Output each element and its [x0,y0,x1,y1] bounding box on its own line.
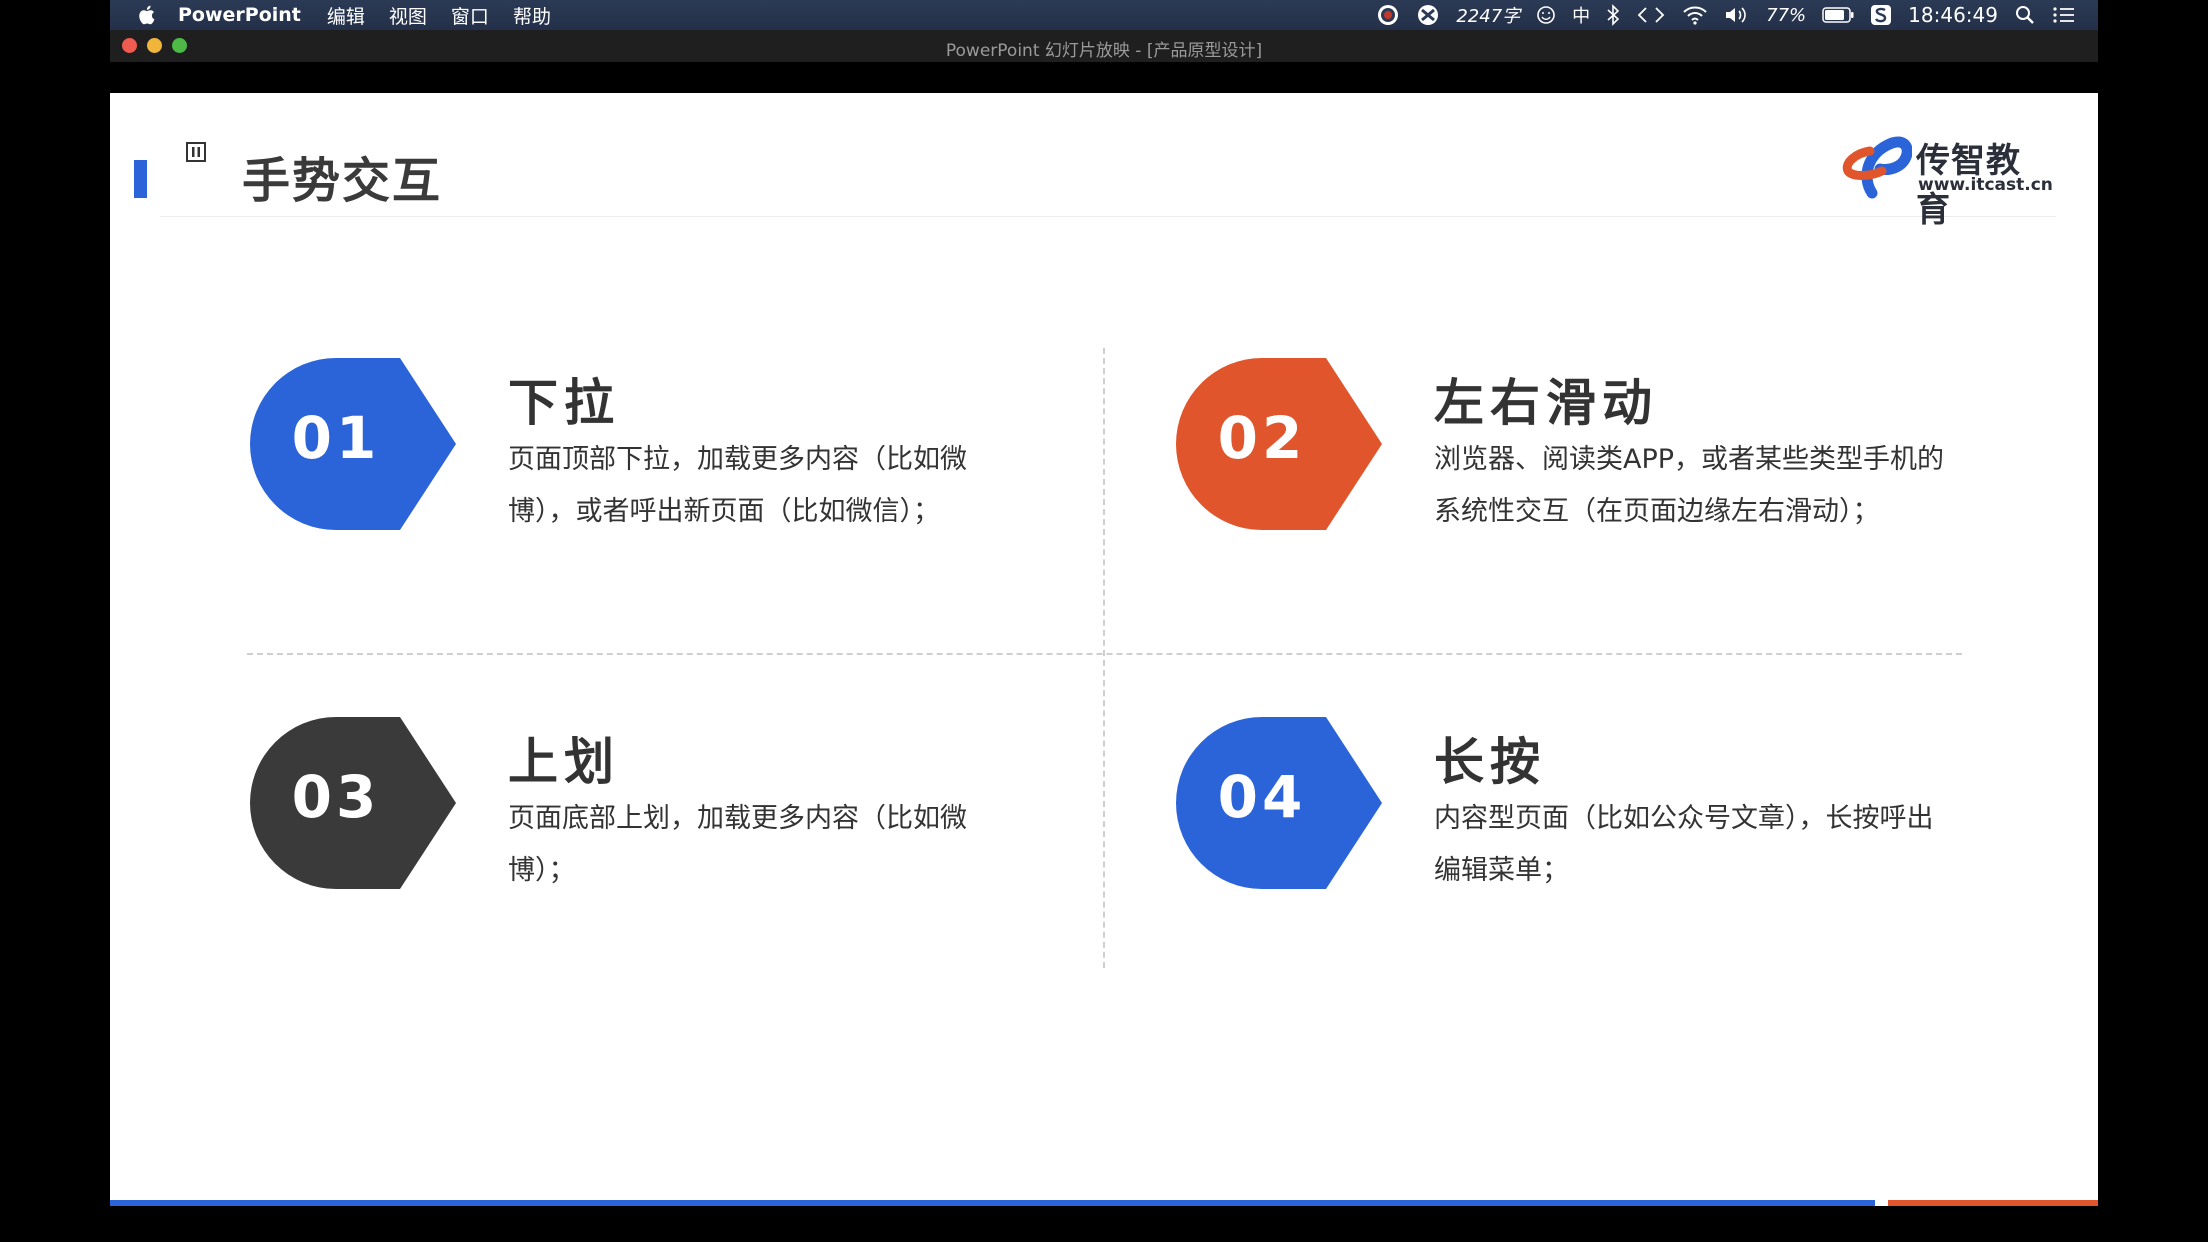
item-number: 02 [1217,404,1307,472]
item-description: 页面顶部下拉，加载更多内容（比如微博），或者呼出新页面（比如微信）； [508,444,967,527]
menu-edit[interactable]: 编辑 [327,2,365,29]
logo-url: www.itcast.cn [1918,175,2053,195]
item-title: 长按 [1434,733,1546,791]
title-divider [160,216,2056,217]
battery-percent: 77% [1766,4,1807,26]
logo: 传智教育 www.itcast.cn [1842,133,2053,230]
window-title: PowerPoint 幻灯片放映 - [产品原型设计] [945,41,1263,61]
item-title: 左右滑动 [1434,374,1658,432]
item-number: 01 [291,404,381,472]
item-description: 内容型页面（比如公众号文章），长按呼出编辑菜单； [1434,803,1934,886]
wifi-icon[interactable] [1682,5,1708,25]
recording-app-icon[interactable] [1376,3,1400,27]
title-accent-bar [134,160,147,198]
logo-mark-icon [1842,136,1912,199]
item-description: 页面底部上划，加载更多内容（比如微博）； [508,803,967,886]
s-app-icon[interactable] [1870,4,1892,26]
emoji-icon[interactable] [1536,5,1556,25]
item-number: 03 [291,763,381,831]
spotlight-search-icon[interactable] [2014,4,2036,26]
pause-icon[interactable] [186,142,206,162]
item-title: 上划 [508,733,620,791]
bluetooth-icon[interactable] [1606,4,1620,26]
clock[interactable]: 18:46:49 [1908,3,1998,27]
item-number: 04 [1217,763,1307,831]
battery-icon[interactable] [1822,7,1854,23]
vertical-divider [1103,348,1105,968]
code-brackets-icon[interactable] [1636,5,1666,25]
item-badge: 04 [1176,717,1386,889]
apple-menu-icon[interactable] [136,4,156,26]
menu-bar: PowerPoint 编辑 视图 窗口 帮助 2247字 中 77% 18:46… [110,0,2098,30]
item-badge: 03 [250,717,460,889]
tool-app-icon[interactable] [1416,3,1440,27]
menu-app-name[interactable]: PowerPoint [178,4,301,26]
slide[interactable]: 手势交互 传智教育 www.itcast.cn 01 下拉 页面顶部下拉，加载更… [110,93,2098,1206]
slide-title: 手势交互 [242,153,443,209]
horizontal-divider [247,653,1962,655]
window-titlebar: PowerPoint 幻灯片放映 - [产品原型设计] [110,30,2098,62]
item-badge: 01 [250,358,460,530]
item-description: 浏览器、阅读类APP，或者某些类型手机的系统性交互（在页面边缘左右滑动）； [1434,444,1945,527]
status-area: 2247字 中 77% 18:46:49 [1376,0,2076,30]
item-badge: 02 [1176,358,1386,530]
footer-bar-blue [110,1200,1875,1206]
footer-bar-red [1888,1200,2098,1206]
menu-help[interactable]: 帮助 [513,2,551,29]
volume-icon[interactable] [1724,5,1750,25]
menu-window[interactable]: 窗口 [451,2,489,29]
item-title: 下拉 [508,374,620,432]
input-method[interactable]: 中 [1572,2,1590,28]
notification-center-icon[interactable] [2052,5,2076,25]
word-count[interactable]: 2247字 [1456,2,1520,28]
menu-view[interactable]: 视图 [389,2,427,29]
